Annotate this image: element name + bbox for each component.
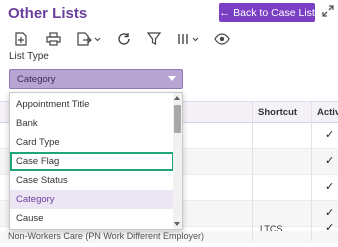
dropdown-option-case-flag[interactable]: Case Flag	[10, 152, 174, 171]
table-row[interactable]: Non-Workers Care (PN Work Different Empl…	[0, 231, 338, 243]
list-type-selected-value: Category	[17, 73, 56, 85]
page-title: Other Lists	[8, 5, 88, 22]
active-check-icon: ✓	[325, 207, 335, 219]
expand-icon[interactable]	[322, 5, 334, 17]
back-arrow-icon: ←	[219, 6, 231, 19]
scroll-up-icon[interactable]	[174, 96, 180, 100]
dropdown-option-bank[interactable]: Bank	[10, 114, 174, 133]
row-name: Non-Workers Care (PN Work Different Empl…	[8, 231, 205, 241]
list-type-label: List Type	[9, 51, 49, 62]
active-check-icon: ✓	[325, 129, 335, 141]
toolbar	[0, 30, 338, 48]
back-button-label: Back to Case List	[233, 6, 315, 19]
dropdown-option-case-status[interactable]: Case Status	[10, 171, 174, 190]
print-icon[interactable]	[45, 30, 61, 48]
dropdown-option-appointment-title[interactable]: Appointment Title	[10, 95, 174, 114]
columns-icon[interactable]	[176, 30, 202, 48]
scrollbar-thumb[interactable]	[174, 105, 181, 133]
add-file-icon[interactable]	[14, 30, 28, 48]
dropdown-scrollbar[interactable]	[173, 93, 182, 229]
active-check-icon: ✓	[325, 181, 335, 193]
active-check-icon: ✓	[325, 155, 335, 167]
dropdown-option-cause[interactable]: Cause	[10, 209, 174, 228]
column-header-shortcut[interactable]: Shortcut	[258, 107, 297, 118]
list-type-select[interactable]: Category	[9, 69, 183, 89]
back-to-case-list-button[interactable]: ← Back to Case List	[219, 3, 315, 22]
dropdown-option-category[interactable]: Category	[10, 190, 174, 209]
scroll-down-icon[interactable]	[174, 222, 180, 226]
chevron-down-icon	[168, 76, 176, 81]
column-divider	[311, 101, 312, 241]
list-type-dropdown[interactable]: Appointment Title Bank Card Type Case Fl…	[9, 92, 183, 230]
view-icon[interactable]	[213, 30, 231, 48]
column-divider	[252, 101, 253, 241]
filter-icon[interactable]	[146, 30, 162, 48]
dropdown-option-card-type[interactable]: Card Type	[10, 133, 174, 152]
refresh-icon[interactable]	[116, 30, 132, 48]
column-header-active[interactable]: Active	[317, 107, 338, 118]
export-icon[interactable]	[76, 30, 102, 48]
